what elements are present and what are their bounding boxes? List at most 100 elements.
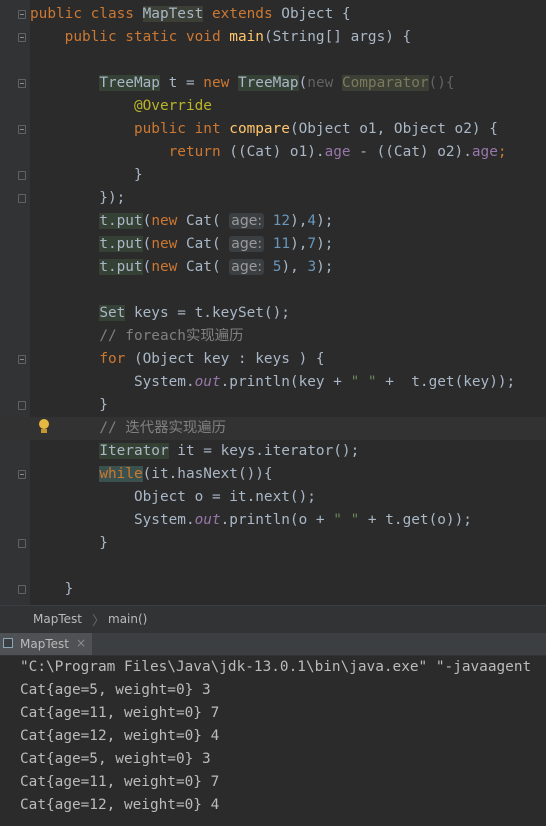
class-icon: [3, 638, 13, 648]
code-line[interactable]: Set keys = t.keySet();: [0, 302, 546, 325]
code-line[interactable]: System.out.println(o + " " + t.get(o));: [0, 509, 546, 532]
code-line[interactable]: });: [0, 187, 546, 210]
code-token: age: [471, 144, 498, 160]
console-line: Cat{age=5, weight=0} 3: [20, 682, 211, 698]
code-line-text: Set keys = t.keySet();: [30, 302, 290, 325]
code-line[interactable]: t.put(new Cat( age: 12),4);: [0, 210, 546, 233]
fold-icon[interactable]: [18, 171, 26, 180]
code-token: Comparator: [341, 75, 429, 91]
code-token: 12: [272, 213, 291, 229]
fold-icon[interactable]: [18, 10, 26, 19]
code-line[interactable]: t.put(new Cat( age: 5), 3);: [0, 256, 546, 279]
code-token: while: [99, 466, 143, 482]
breadcrumb-class[interactable]: MapTest: [33, 612, 82, 626]
code-line[interactable]: return ((Cat) o1).age - ((Cat) o2).age;: [0, 141, 546, 164]
code-line-text: Object o = it.next();: [30, 486, 316, 509]
fold-icon[interactable]: [18, 401, 26, 410]
code-token: System.: [30, 374, 195, 390]
run-console[interactable]: "C:\Program Files\Java\jdk-13.0.1\bin\ja…: [0, 656, 546, 826]
code-token: TreeMap: [99, 75, 160, 91]
code-line[interactable]: [0, 555, 546, 578]
code-token: 11: [272, 236, 291, 252]
fold-icon[interactable]: [18, 79, 26, 88]
code-line-text: t.put(new Cat( age: 12),4);: [30, 210, 333, 233]
parameter-hint: age:: [229, 213, 265, 229]
code-token: t =: [159, 75, 204, 91]
code-line[interactable]: // foreach实现遍历: [0, 325, 546, 348]
run-tool-window-header: MapTest ×: [0, 632, 546, 656]
code-line[interactable]: @Override: [0, 95, 546, 118]
code-line[interactable]: }: [0, 394, 546, 417]
code-line[interactable]: Object o = it.next();: [0, 486, 546, 509]
parameter-hint: age:: [229, 236, 265, 252]
breadcrumb-separator: 〉: [92, 614, 106, 629]
code-line-text: }: [30, 532, 108, 555]
code-line-text: public int compare(Object o1, Object o2)…: [30, 118, 498, 141]
fold-icon[interactable]: [18, 194, 26, 203]
code-token: public int: [133, 121, 230, 137]
breadcrumb-method[interactable]: main(): [108, 612, 147, 626]
code-token: (Object key : keys ) {: [133, 351, 325, 367]
code-line[interactable]: // 迭代器实现遍历: [0, 417, 546, 440]
code-line[interactable]: }: [0, 532, 546, 555]
code-line[interactable]: while(it.hasNext()){: [0, 463, 546, 486]
fold-icon[interactable]: [18, 585, 26, 594]
code-line[interactable]: }: [0, 578, 546, 601]
code-token: Object {: [281, 6, 351, 22]
fold-icon[interactable]: [18, 125, 26, 134]
code-line[interactable]: TreeMap t = new TreeMap(new Comparator()…: [0, 72, 546, 95]
fold-icon[interactable]: [18, 539, 26, 548]
console-line: Cat{age=12, weight=0} 4: [20, 797, 220, 813]
code-token: .println(key +: [220, 374, 351, 390]
close-icon[interactable]: ×: [76, 636, 86, 650]
code-line-text: public static void main(String[] args) {: [30, 26, 412, 49]
fold-icon[interactable]: [18, 33, 26, 42]
code-token: new: [151, 236, 186, 252]
code-line-text: @Override: [30, 95, 212, 118]
code-token: t.put: [99, 259, 143, 275]
parameter-hint: age:: [229, 259, 265, 275]
code-token: (String[] args) {: [263, 29, 412, 45]
code-token: (: [142, 236, 152, 252]
code-line[interactable]: [0, 279, 546, 302]
code-token: out: [194, 374, 221, 390]
code-token: }: [30, 167, 143, 183]
code-line[interactable]: System.out.println(key + " " + t.get(key…: [0, 371, 546, 394]
code-line[interactable]: public int compare(Object o1, Object o2)…: [0, 118, 546, 141]
code-token: ),: [290, 213, 308, 229]
code-token: System.: [30, 512, 195, 528]
code-line-text: Iterator it = keys.iterator();: [30, 440, 359, 463]
code-line[interactable]: }: [0, 164, 546, 187]
code-line[interactable]: public static void main(String[] args) {: [0, 26, 546, 49]
run-tab-maptest[interactable]: MapTest ×: [0, 633, 92, 655]
code-line[interactable]: Iterator it = keys.iterator();: [0, 440, 546, 463]
code-token: MapTest: [142, 6, 204, 22]
code-line[interactable]: t.put(new Cat( age: 11),7);: [0, 233, 546, 256]
code-line[interactable]: public class MapTest extends Object {: [0, 3, 546, 26]
code-line[interactable]: for (Object key : keys ) {: [0, 348, 546, 371]
code-line-text: return ((Cat) o1).age - ((Cat) o2).age;: [30, 141, 507, 164]
console-line: Cat{age=11, weight=0} 7: [20, 705, 220, 721]
code-token: (){: [428, 75, 455, 91]
code-token: compare: [229, 121, 290, 137]
code-token: ((Cat) o1).: [229, 144, 325, 160]
code-token: new: [151, 259, 186, 275]
lightbulb-icon[interactable]: [38, 419, 50, 435]
code-token: 迭代器实现遍历: [125, 420, 227, 436]
code-token: t.put: [99, 236, 143, 252]
fold-icon[interactable]: [18, 470, 26, 479]
code-token: for: [99, 351, 134, 367]
code-line[interactable]: [0, 49, 546, 72]
code-token: " ": [350, 374, 377, 390]
fold-icon[interactable]: [18, 355, 26, 364]
breadcrumb: MapTest 〉 main(): [0, 605, 546, 632]
code-token: (Object o1, Object o2) {: [289, 121, 498, 137]
code-editor[interactable]: public class MapTest extends Object { pu…: [0, 0, 546, 605]
code-token: t.put: [99, 213, 143, 229]
